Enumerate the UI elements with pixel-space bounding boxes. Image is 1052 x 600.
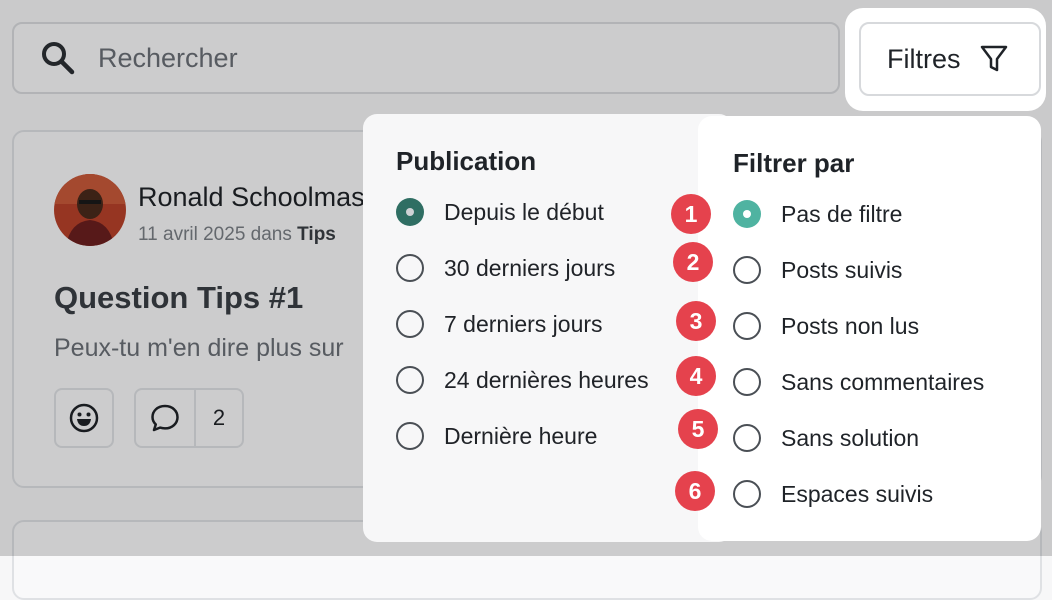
radio-button[interactable] <box>733 312 761 340</box>
radio-button[interactable] <box>733 200 761 228</box>
radio-button[interactable] <box>733 424 761 452</box>
filter-option-no-solution[interactable]: Sans solution <box>733 424 919 452</box>
filter-by-title: Filtrer par <box>733 148 855 178</box>
step-badge-2: 2 <box>673 242 713 282</box>
option-label: Posts non lus <box>781 312 920 339</box>
radio-button[interactable] <box>396 422 424 450</box>
funnel-icon <box>980 45 1007 72</box>
step-badge-3: 3 <box>676 301 716 341</box>
publication-option-since-start[interactable]: Depuis le début <box>396 198 604 226</box>
option-label: Pas de filtre <box>781 200 903 227</box>
filter-option-no-comments[interactable]: Sans commentaires <box>733 368 984 396</box>
radio-button[interactable] <box>396 198 424 226</box>
radio-button[interactable] <box>396 310 424 338</box>
option-label: Sans commentaires <box>781 368 985 395</box>
filter-option-unread-posts[interactable]: Posts non lus <box>733 312 919 340</box>
publication-option-24-hours[interactable]: 24 dernières heures <box>396 366 649 394</box>
radio-button[interactable] <box>733 480 761 508</box>
publication-option-last-hour[interactable]: Dernière heure <box>396 422 597 450</box>
step-badge-5: 5 <box>678 409 718 449</box>
option-label: Posts suivis <box>781 256 903 283</box>
radio-button[interactable] <box>396 254 424 282</box>
option-label: 7 derniers jours <box>444 310 603 337</box>
publication-title: Publication <box>396 146 537 176</box>
step-badge-1: 1 <box>671 194 711 234</box>
option-label: 30 derniers jours <box>444 254 616 281</box>
step-badge-6: 6 <box>675 471 715 511</box>
radio-button[interactable] <box>733 256 761 284</box>
filter-option-none[interactable]: Pas de filtre <box>733 200 902 228</box>
option-label: Sans solution <box>781 424 920 451</box>
option-label: Dernière heure <box>444 422 598 449</box>
filter-option-followed-posts[interactable]: Posts suivis <box>733 256 902 284</box>
filter-by-panel: Filtrer par Pas de filtre Posts suivis P… <box>698 116 1041 541</box>
publication-option-7-days[interactable]: 7 derniers jours <box>396 310 603 338</box>
radio-button[interactable] <box>733 368 761 396</box>
filters-button-label: Filtres <box>887 43 961 74</box>
option-label: Espaces suivis <box>781 480 934 507</box>
step-badge-4: 4 <box>676 356 716 396</box>
filters-button[interactable]: Filtres <box>859 22 1041 96</box>
radio-button[interactable] <box>396 366 424 394</box>
publication-option-30-days[interactable]: 30 derniers jours <box>396 254 615 282</box>
option-label: Depuis le début <box>444 198 604 225</box>
option-label: 24 dernières heures <box>444 366 649 393</box>
filter-option-followed-spaces[interactable]: Espaces suivis <box>733 480 933 508</box>
